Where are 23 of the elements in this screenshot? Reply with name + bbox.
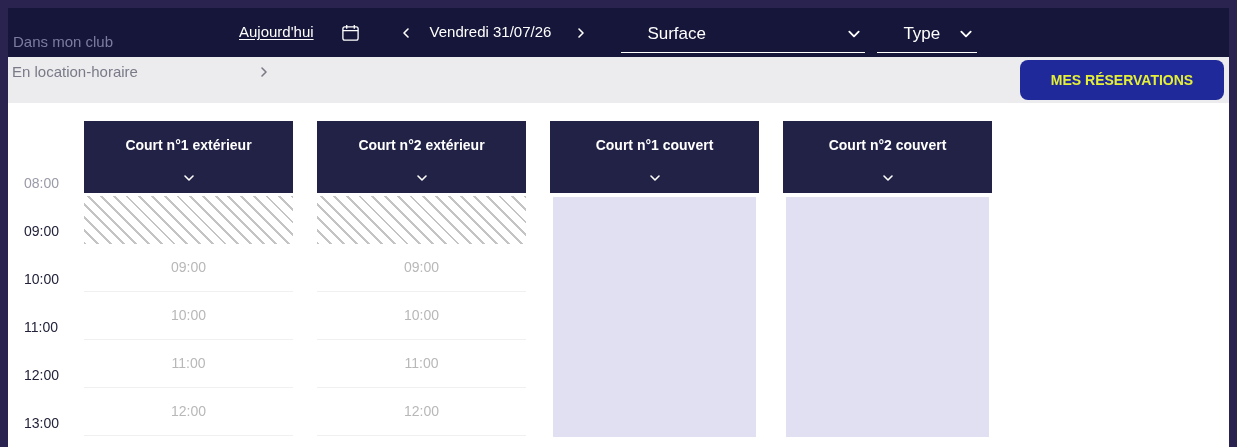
menu-item[interactable]: Dans mon club [13,31,114,54]
chevron-right-icon [258,66,270,78]
calendar-icon[interactable] [340,23,360,43]
court-header[interactable]: Court n°1 couvert [550,121,759,193]
menu-item[interactable]: En location-horaire [12,61,138,84]
time-label: 13:00 [24,413,61,433]
time-label: 09:00 [24,221,61,241]
court-header[interactable]: Court n°2 extérieur [317,121,526,193]
chevron-down-icon [881,172,894,184]
time-label: 11:00 [24,317,59,337]
court-header[interactable]: Court n°1 extérieur [84,121,293,193]
chevron-down-icon [648,172,661,184]
current-date: Vendredi 31/07/26 [429,22,552,43]
chevron-down-icon [415,172,428,184]
court-header[interactable]: Court n°2 couvert [783,121,992,193]
time-label: 10:00 [24,269,61,289]
today-link[interactable]: Aujourd'hui [239,21,314,44]
reservations-button[interactable]: MES RÉSERVATIONS [1020,60,1224,101]
time-label: 08:00 [24,173,61,193]
filter-dropdown[interactable]: Surface [621,16,866,53]
chevron-down-icon [182,172,195,184]
filter-dropdown[interactable]: Type [877,16,978,53]
time-label: 12:00 [24,365,61,385]
